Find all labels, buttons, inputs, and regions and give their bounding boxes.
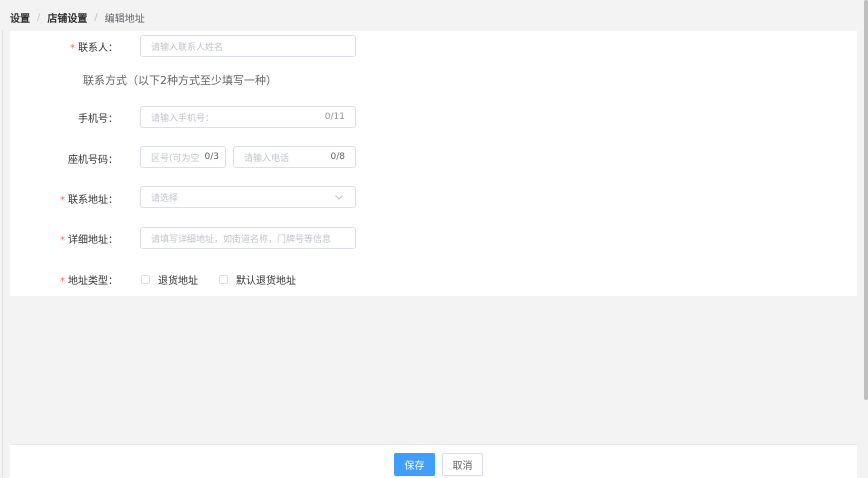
- required-mark: *: [60, 235, 65, 246]
- return-address-option-label: 退货地址: [158, 276, 198, 287]
- breadcrumb-settings[interactable]: 设置: [10, 10, 30, 25]
- detail-address-placeholder: 请填写详细地址，如街道名称，门牌号等信息: [151, 234, 332, 245]
- breadcrumb: 设置 / 店铺设置 / 编辑地址: [10, 10, 145, 25]
- detail-address-label-text: 详细地址：: [68, 235, 118, 246]
- address-select[interactable]: 请选择: [140, 186, 356, 208]
- area-code-char-count: 0/3: [204, 152, 219, 162]
- breadcrumb-separator: /: [37, 11, 41, 23]
- address-label: * 联系地址：: [60, 191, 118, 206]
- required-mark: *: [60, 276, 65, 287]
- mobile-placeholder: 请输入手机号：: [151, 113, 215, 124]
- return-address-checkbox[interactable]: 退货地址: [141, 272, 198, 287]
- landline-number-char-count: 0/8: [330, 152, 345, 162]
- mobile-char-count: 0/11: [324, 112, 345, 122]
- breadcrumb-separator: /: [94, 11, 98, 23]
- contact-name-input[interactable]: 请输入联系人姓名: [140, 35, 356, 57]
- detail-address-label: * 详细地址：: [60, 231, 118, 246]
- detail-address-input[interactable]: 请填写详细地址，如街道名称，门牌号等信息: [140, 227, 356, 249]
- mobile-input[interactable]: 请输入手机号： 0/11: [140, 106, 356, 128]
- save-button[interactable]: 保存: [394, 453, 435, 476]
- mobile-label: 手机号：: [78, 114, 118, 125]
- default-return-address-option-label: 默认退货地址: [236, 276, 296, 287]
- left-border: [2, 30, 3, 477]
- landline-label: 座机号码：: [68, 155, 118, 166]
- contact-label-text: 联系人：: [78, 43, 118, 54]
- area-code-input[interactable]: 区号(可为空 0/3: [140, 146, 226, 168]
- address-form: * 联系人： 请输入联系人姓名 联系方式（以下2种方式至少填写一种） 手机号： 请…: [10, 31, 857, 296]
- checkbox-box[interactable]: [141, 275, 150, 284]
- cancel-button[interactable]: 取消: [442, 453, 483, 476]
- breadcrumb-current: 编辑地址: [104, 13, 145, 25]
- landline-number-placeholder: 请输入电话: [244, 153, 290, 164]
- address-label-text: 联系地址：: [68, 195, 118, 206]
- checkbox-box[interactable]: [219, 275, 228, 284]
- required-mark: *: [70, 43, 75, 54]
- default-return-address-checkbox[interactable]: 默认退货地址: [219, 272, 296, 287]
- form-footer: 保存 取消: [10, 444, 857, 478]
- address-select-placeholder: 请选择: [151, 193, 179, 204]
- chevron-down-icon[interactable]: [333, 191, 345, 203]
- landline-number-input[interactable]: 请输入电话 0/8: [233, 146, 356, 168]
- required-mark: *: [60, 195, 65, 206]
- area-code-placeholder: 区号(可为空: [151, 153, 200, 164]
- breadcrumb-store-settings[interactable]: 店铺设置: [47, 10, 87, 25]
- contact-method-title: 联系方式（以下2种方式至少填写一种）: [83, 74, 277, 87]
- address-type-label-text: 地址类型：: [68, 276, 118, 287]
- contact-name-placeholder: 请输入联系人姓名: [151, 42, 224, 53]
- contact-label: * 联系人：: [70, 39, 118, 54]
- address-type-label: * 地址类型：: [60, 272, 118, 287]
- page-scrollbar[interactable]: [864, 0, 868, 400]
